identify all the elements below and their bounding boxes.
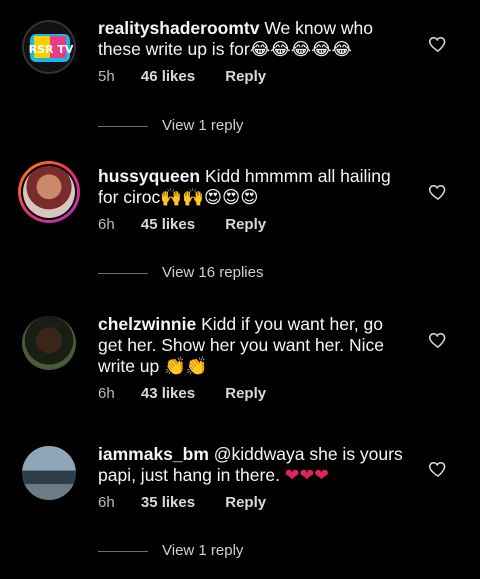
heart-outline-icon[interactable] xyxy=(428,330,448,350)
view-replies-label[interactable]: View 16 replies xyxy=(162,264,263,281)
likes-count[interactable]: 43 likes xyxy=(141,385,195,402)
avatar[interactable] xyxy=(18,161,80,223)
username[interactable]: hussyqueen xyxy=(98,166,200,186)
likes-count[interactable]: 46 likes xyxy=(141,68,195,85)
avatar[interactable]: RSR TV xyxy=(22,20,76,74)
avatar[interactable] xyxy=(22,446,76,500)
username[interactable]: iammaks_bm xyxy=(98,444,209,464)
likes-count[interactable]: 35 likes xyxy=(141,494,195,511)
heart-outline-icon[interactable] xyxy=(428,459,448,479)
emoji-text: 😂😂😂😂😂 xyxy=(249,40,352,60)
reply-button[interactable]: Reply xyxy=(225,68,266,85)
timestamp: 6h xyxy=(98,494,115,511)
reply-button[interactable]: Reply xyxy=(225,385,266,402)
comment-text: chelzwinnie Kidd if you want her, go get… xyxy=(98,314,403,378)
view-replies-label[interactable]: View 1 reply xyxy=(162,117,243,134)
comment-meta: 5h 46 likes Reply xyxy=(98,68,266,85)
comment-meta: 6h 45 likes Reply xyxy=(98,216,266,233)
username[interactable]: realityshaderoomtv xyxy=(98,18,259,38)
comment-text: iammaks_bm @kiddwaya she is yours papi, … xyxy=(98,444,403,487)
username[interactable]: chelzwinnie xyxy=(98,314,196,334)
reply-button[interactable]: Reply xyxy=(225,494,266,511)
view-replies[interactable]: View 1 reply xyxy=(98,117,243,134)
heart-outline-icon[interactable] xyxy=(428,34,448,54)
emoji-text: 🙌🙌😍😍😍 xyxy=(160,188,259,208)
timestamp: 6h xyxy=(98,385,115,402)
comment-meta: 6h 43 likes Reply xyxy=(98,385,266,402)
view-replies-label[interactable]: View 1 reply xyxy=(162,542,243,559)
timestamp: 6h xyxy=(98,216,115,233)
divider-line xyxy=(98,550,148,552)
timestamp: 5h xyxy=(98,68,115,85)
divider-line xyxy=(98,272,148,274)
emoji-text: 👏👏 xyxy=(164,357,208,377)
divider-line xyxy=(98,125,148,127)
likes-count[interactable]: 45 likes xyxy=(141,216,195,233)
comment-text: realityshaderoomtv We know who these wri… xyxy=(98,18,403,61)
view-replies[interactable]: View 1 reply xyxy=(98,542,243,559)
comment-meta: 6h 35 likes Reply xyxy=(98,494,266,511)
reply-button[interactable]: Reply xyxy=(225,216,266,233)
avatar-logo-text: RSR TV xyxy=(29,43,74,56)
comment-text: hussyqueen Kidd hmmmm all hailing for ci… xyxy=(98,166,403,209)
heart-outline-icon[interactable] xyxy=(428,182,448,202)
emoji-text: ❤❤❤ xyxy=(284,466,329,486)
avatar[interactable] xyxy=(22,316,76,370)
view-replies[interactable]: View 16 replies xyxy=(98,264,263,281)
